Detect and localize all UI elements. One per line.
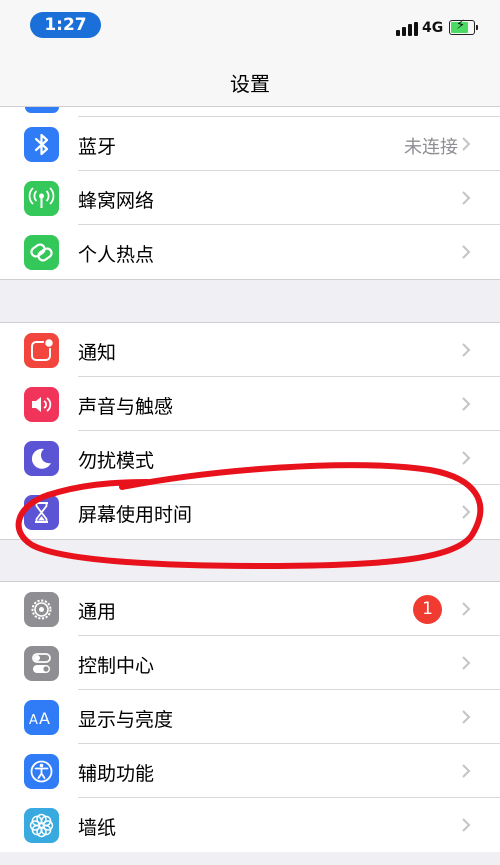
row-label: 声音与触感 xyxy=(78,396,174,418)
page-title: 设置 xyxy=(230,72,270,96)
cut-off-row-icon xyxy=(25,107,59,113)
wallpaper-flower-icon xyxy=(24,808,59,843)
row-label: 通用 xyxy=(78,601,117,623)
svg-text:A: A xyxy=(29,713,38,728)
row-label: 通知 xyxy=(78,342,117,364)
chevron-right-icon xyxy=(458,450,474,466)
settings-row-hotspot[interactable]: 个人热点 xyxy=(0,225,500,279)
chevron-right-icon xyxy=(458,709,474,725)
speaker-icon xyxy=(24,387,59,422)
settings-row-notifications[interactable]: 通知 xyxy=(0,323,500,377)
notifications-group: 通知 声音与触感 勿扰模式 屏幕使用时间 xyxy=(0,322,500,540)
chevron-right-icon xyxy=(458,504,474,520)
toggles-icon xyxy=(24,646,59,681)
general-group: 通用 1 控制中心 AA 显示与亮度 辅助功能 墙纸 xyxy=(0,581,500,852)
settings-row-display[interactable]: AA 显示与亮度 xyxy=(0,690,500,744)
settings-row-screen-time[interactable]: 屏幕使用时间 xyxy=(0,485,500,539)
settings-row-accessibility[interactable]: 辅助功能 xyxy=(0,744,500,798)
settings-row-cellular[interactable]: 蜂窝网络 xyxy=(0,171,500,225)
status-bar: 1:27 4G ⚡ xyxy=(0,0,500,52)
settings-row-sounds[interactable]: 声音与触感 xyxy=(0,377,500,431)
battery-nub xyxy=(476,25,478,30)
chevron-right-icon xyxy=(458,190,474,206)
row-label: 控制中心 xyxy=(78,655,155,677)
settings-row-general[interactable]: 通用 1 xyxy=(0,582,500,636)
chevron-right-icon xyxy=(458,601,474,617)
settings-row-bluetooth[interactable]: 蓝牙 未连接 xyxy=(0,117,500,171)
bluetooth-status-value: 未连接 xyxy=(404,137,458,158)
row-label: 显示与亮度 xyxy=(78,709,174,731)
row-label: 蜂窝网络 xyxy=(78,190,155,212)
row-label: 屏幕使用时间 xyxy=(78,504,193,526)
chevron-right-icon xyxy=(458,763,474,779)
row-label: 墙纸 xyxy=(78,817,117,839)
network-type: 4G xyxy=(422,20,444,36)
chevron-right-icon xyxy=(458,136,474,152)
chevron-right-icon xyxy=(458,817,474,833)
accessibility-icon xyxy=(24,754,59,789)
moon-icon xyxy=(24,441,59,476)
text-size-icon: AA xyxy=(24,700,59,735)
row-label: 蓝牙 xyxy=(78,136,117,158)
row-label: 辅助功能 xyxy=(78,763,155,785)
notifications-icon xyxy=(24,333,59,368)
gear-icon xyxy=(24,592,59,627)
settings-row-wallpaper[interactable]: 墙纸 xyxy=(0,798,500,852)
connectivity-group: 蓝牙 未连接 蜂窝网络 个人热点 xyxy=(0,117,500,280)
settings-row-control-center[interactable]: 控制中心 xyxy=(0,636,500,690)
cellular-antenna-icon xyxy=(24,181,59,216)
battery-icon: ⚡ xyxy=(449,18,475,35)
cut-off-row[interactable] xyxy=(0,107,500,117)
chevron-right-icon xyxy=(458,342,474,358)
chevron-right-icon xyxy=(458,655,474,671)
svg-text:A: A xyxy=(39,709,50,728)
hotspot-link-icon xyxy=(24,235,59,270)
chevron-right-icon xyxy=(458,244,474,260)
bluetooth-icon xyxy=(24,127,59,162)
update-count-badge: 1 xyxy=(413,595,442,624)
hourglass-icon xyxy=(24,495,59,530)
row-label: 个人热点 xyxy=(78,244,155,266)
navigation-bar: 设置 xyxy=(0,52,500,107)
settings-row-do-not-disturb[interactable]: 勿扰模式 xyxy=(0,431,500,485)
status-time[interactable]: 1:27 xyxy=(30,12,101,38)
chevron-right-icon xyxy=(458,396,474,412)
row-label: 勿扰模式 xyxy=(78,450,155,472)
